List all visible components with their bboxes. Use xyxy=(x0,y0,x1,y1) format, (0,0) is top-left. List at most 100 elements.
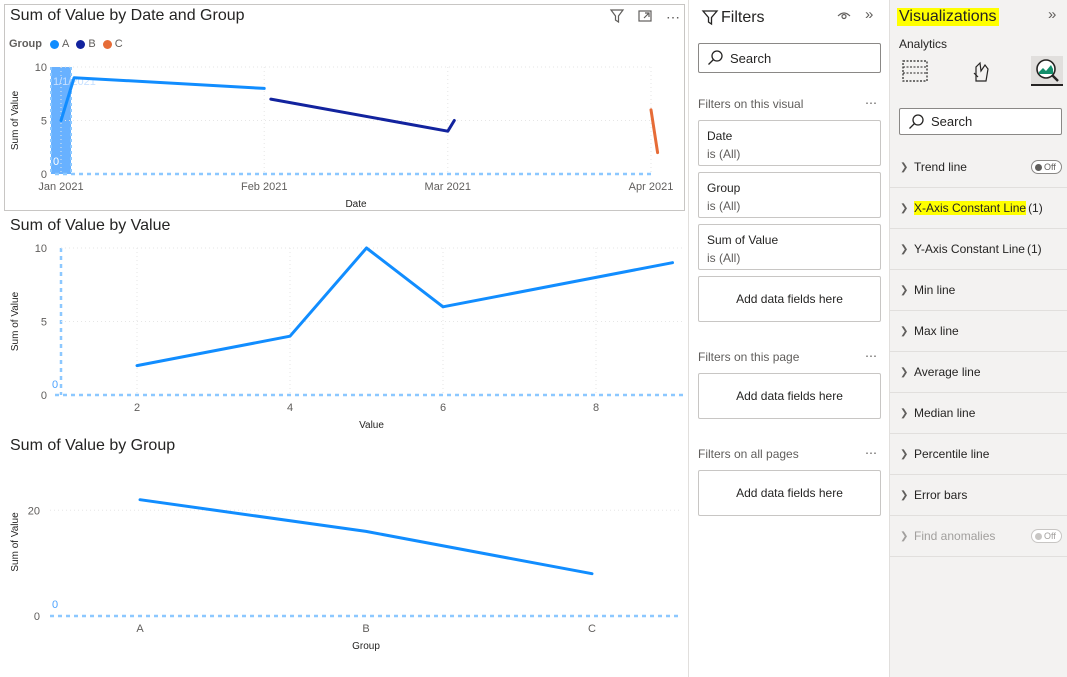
y-tick-label: 0 xyxy=(34,611,40,623)
filters-search-input[interactable]: Search xyxy=(698,43,881,73)
add-data-fields-all-pages[interactable]: Add data fields here xyxy=(698,470,881,516)
filter-state: is (All) xyxy=(707,251,741,265)
line-chart-visual-group[interactable]: 0 20 A B C Group Sum of Value 0 Sum of Value by… xyxy=(0,433,688,677)
pane-subtitle: Analytics xyxy=(899,37,948,51)
analytics-row-label: Find anomalies xyxy=(914,529,996,543)
filter-card-sum-of-value[interactable]: Sum of Value is (All) xyxy=(698,224,881,270)
analytics-search-input[interactable]: Search xyxy=(899,108,1062,135)
analytics-row-label: Trend line xyxy=(914,160,967,174)
series-line-c xyxy=(649,108,660,155)
collapse-filters-icon[interactable]: » xyxy=(865,6,873,23)
chart-group: 0 20 A B C Group Sum of Value 0 xyxy=(10,498,682,652)
collapse-visualizations-icon[interactable]: » xyxy=(1048,6,1056,23)
analytics-row-label: Percentile line xyxy=(914,447,990,461)
filter-card-date[interactable]: Date is (All) xyxy=(698,120,881,166)
chevron-right-icon: ❯ xyxy=(900,202,909,214)
chevron-right-icon: ❯ xyxy=(900,284,909,296)
y-axis-title: Sum of Value xyxy=(10,512,21,572)
x-tick-label: 2 xyxy=(134,402,140,414)
more-options-icon[interactable]: ⋯ xyxy=(865,446,878,460)
legend-item-a[interactable]: A xyxy=(50,38,69,50)
analytics-row-label: Y-Axis Constant Line xyxy=(914,242,1025,256)
visual-title: Sum of Value by Value xyxy=(10,217,171,234)
y-tick-label: 0 xyxy=(41,390,47,402)
analytics-row-max-line[interactable]: ❯ Max line xyxy=(890,311,1067,352)
analytics-row-label: Min line xyxy=(914,283,956,297)
filter-field: Date xyxy=(707,129,733,143)
legend-item-c[interactable]: C xyxy=(102,38,123,50)
add-data-fields-page[interactable]: Add data fields here xyxy=(698,373,881,419)
section-filters-all-pages: Filters on all pages xyxy=(698,447,799,461)
x-tick-label: C xyxy=(588,623,596,635)
analytics-icon[interactable] xyxy=(1031,56,1063,86)
x-tick-label: A xyxy=(136,623,144,635)
y-tick-label: 0 xyxy=(41,169,47,181)
analytics-row-x-axis-constant-line[interactable]: ❯ X-Axis Constant Line (1) xyxy=(890,188,1067,229)
build-visual-icon[interactable] xyxy=(899,56,931,86)
legend-label: A xyxy=(62,38,70,50)
analytics-row-count: (1) xyxy=(1026,242,1042,256)
x-tick-label: Feb 2021 xyxy=(241,181,287,193)
visual-title: Sum of Value by Date and Group xyxy=(10,7,245,24)
analytics-row-error-bars[interactable]: ❯ Error bars xyxy=(890,475,1067,516)
filter-state: is (All) xyxy=(707,147,741,161)
chart-value: 0 5 10 2 4 6 8 Value Sum of Value 0 xyxy=(10,243,686,431)
toggle-switch: Off xyxy=(1031,529,1062,543)
filter-state: is (All) xyxy=(707,199,741,213)
x-tick-label: Apr 2021 xyxy=(629,181,674,193)
more-options-icon[interactable]: ⋯ xyxy=(865,349,878,363)
series-line-b xyxy=(269,97,456,133)
legend: Group A B C xyxy=(9,38,126,50)
filter-field: Sum of Value xyxy=(707,233,779,247)
x-tick-label: 4 xyxy=(287,402,293,414)
chevron-right-icon: ❯ xyxy=(900,325,909,337)
analytics-row-label: X-Axis Constant Line xyxy=(914,201,1027,215)
toggle-knob xyxy=(1035,163,1042,171)
eye-icon[interactable] xyxy=(837,9,851,26)
x-axis-title: Date xyxy=(345,199,367,210)
y-tick-label: 5 xyxy=(41,116,47,128)
filter-card-group[interactable]: Group is (All) xyxy=(698,172,881,218)
x-tick-label: 6 xyxy=(440,402,446,414)
series-line xyxy=(135,246,674,368)
line-chart-visual-value[interactable]: 0 5 10 2 4 6 8 Value Sum of Value 0 Sum of Value … xyxy=(0,213,688,433)
analytics-row-median-line[interactable]: ❯ Median line xyxy=(890,393,1067,434)
analytics-row-percentile-line[interactable]: ❯ Percentile line xyxy=(890,434,1067,475)
chevron-right-icon: ❯ xyxy=(900,366,909,378)
analytics-row-min-line[interactable]: ❯ Min line xyxy=(890,270,1067,311)
chart-date-group: 0 5 10 Jan 2021 Feb 2021 Mar 2021 Apr 2021 Date… xyxy=(10,62,674,210)
focus-mode-icon[interactable] xyxy=(636,8,654,26)
x-axis-title: Group xyxy=(352,641,380,652)
analytics-row-y-axis-constant-line[interactable]: ❯ Y-Axis Constant Line (1) xyxy=(890,229,1067,270)
filter-icon[interactable] xyxy=(608,8,626,26)
search-icon xyxy=(909,113,924,129)
analytics-row-find-anomalies: ❯ Find anomalies Off xyxy=(890,516,1067,557)
analytics-row-trend-line[interactable]: ❯ Trend line Off xyxy=(890,147,1067,188)
y-axis-title: Sum of Value xyxy=(10,90,21,150)
legend-title: Group xyxy=(9,38,42,50)
analytics-row-average-line[interactable]: ❯ Average line xyxy=(890,352,1067,393)
toggle-label: Off xyxy=(1044,162,1056,172)
chevron-right-icon: ❯ xyxy=(900,161,909,173)
more-options-icon[interactable]: ⋯ xyxy=(664,8,682,26)
add-data-fields-visual[interactable]: Add data fields here xyxy=(698,276,881,322)
toggle-label: Off xyxy=(1044,531,1056,541)
chevron-right-icon: ❯ xyxy=(900,448,909,460)
legend-label: C xyxy=(114,38,123,50)
x-axis-title: Value xyxy=(359,420,384,431)
legend-dot xyxy=(76,39,86,49)
visualizations-title: Visualizations xyxy=(897,8,999,26)
visualizations-pane: Visualizations » Analytics Search ❯ Trend… xyxy=(889,0,1067,677)
line-chart-visual-date-group[interactable]: 0 5 10 Jan 2021 Feb 2021 Mar 2021 Apr 2021 Date… xyxy=(0,0,688,213)
search-icon xyxy=(708,50,723,65)
toggle-switch[interactable]: Off xyxy=(1031,160,1062,174)
filter-funnel-icon xyxy=(701,8,719,26)
format-visual-icon[interactable] xyxy=(966,56,998,86)
chevron-right-icon: ❯ xyxy=(900,489,909,501)
search-placeholder: Search xyxy=(931,114,973,129)
more-options-icon[interactable]: ⋯ xyxy=(865,96,878,110)
y-axis-title: Sum of Value xyxy=(10,291,21,351)
y-tick-label: 10 xyxy=(35,243,47,255)
legend-item-b[interactable]: B xyxy=(76,38,96,50)
y-constant-label: 0 xyxy=(52,379,58,391)
